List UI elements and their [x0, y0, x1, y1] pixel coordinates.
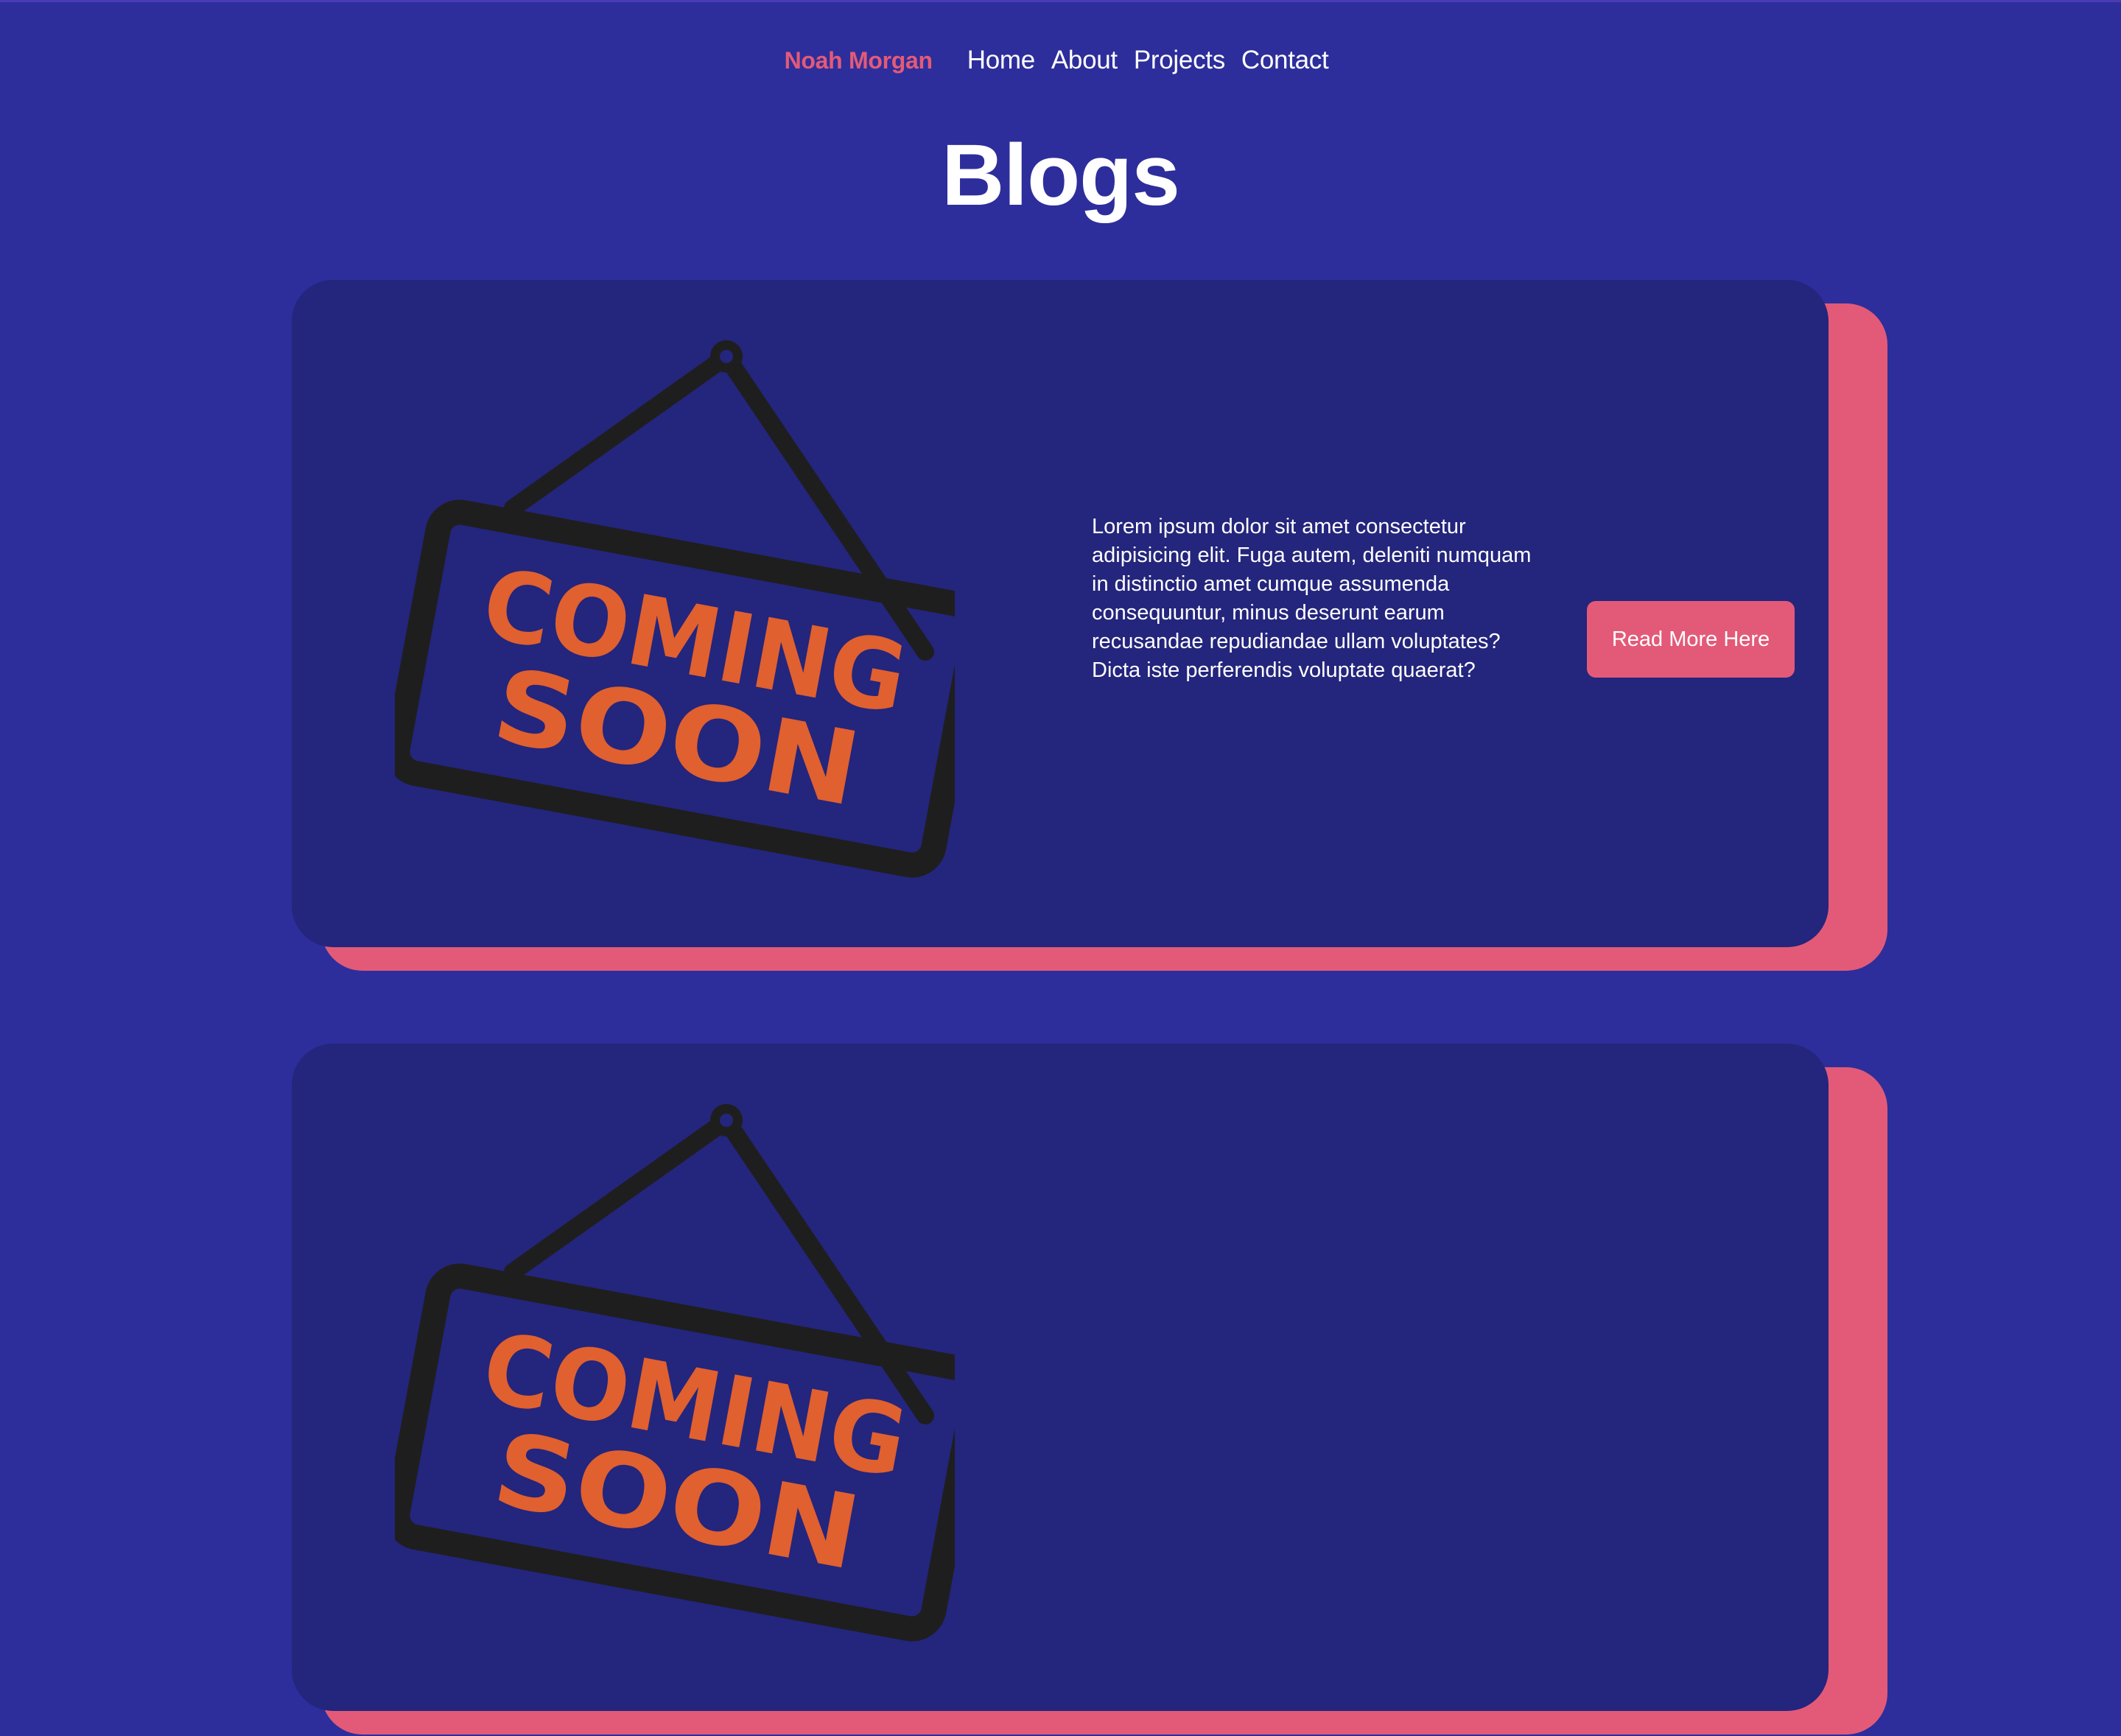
page-title: Blogs	[942, 127, 1180, 224]
read-more-button[interactable]: Read More Here	[1587, 601, 1795, 678]
main-nav: Noah Morgan Home About Projects Contact	[0, 38, 2121, 82]
nav-link-projects[interactable]: Projects	[1134, 46, 1225, 75]
brand-link[interactable]: Noah Morgan	[785, 47, 933, 74]
top-border	[0, 0, 2121, 2]
coming-soon-sign-image: COMING SOON	[395, 340, 955, 878]
blog-excerpt: Lorem ipsum dolor sit amet consectetur a…	[1092, 515, 1532, 682]
card-body: COMING SOON Lorem ipsum dolor sit amet c…	[292, 280, 1829, 947]
blog-card: COMING SOON	[292, 1044, 1887, 1736]
nav-link-home[interactable]: Home	[967, 46, 1035, 75]
nav-link-about[interactable]: About	[1051, 46, 1118, 75]
card-body: COMING SOON	[292, 1044, 1829, 1711]
coming-soon-sign-image: COMING SOON	[395, 1104, 955, 1642]
nav-link-contact[interactable]: Contact	[1241, 46, 1329, 75]
blog-card: COMING SOON Lorem ipsum dolor sit amet c…	[292, 280, 1887, 972]
